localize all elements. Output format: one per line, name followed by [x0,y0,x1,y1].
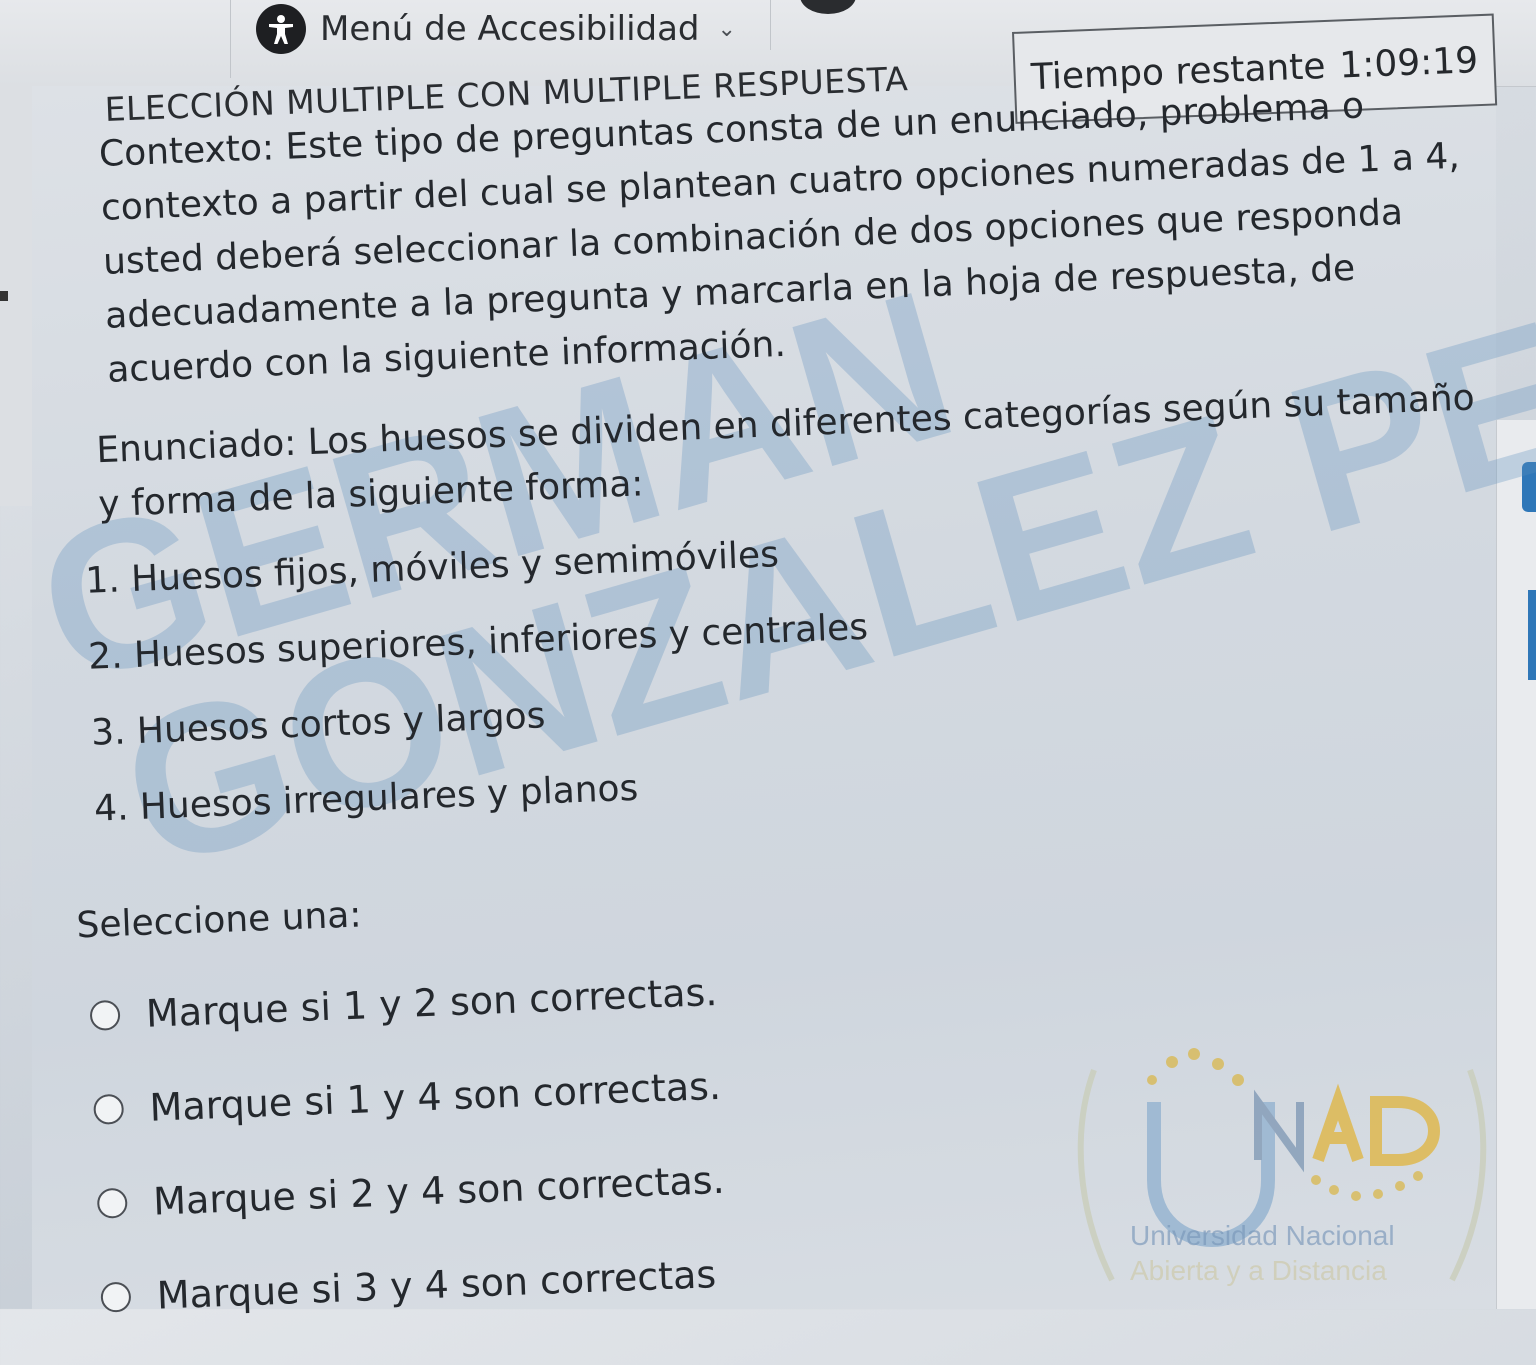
radio-button[interactable] [89,999,121,1031]
left-panel-edge [0,86,33,506]
right-panel-edge [1496,420,1536,1309]
radio-button[interactable] [96,1187,128,1219]
chevron-down-icon: ⌄ [717,16,736,42]
answer-option-label: Marque si 1 y 2 son correctas. [145,969,719,1036]
accessibility-menu-label: Menú de Accesibilidad [320,9,700,49]
answer-option[interactable]: Marque si 2 y 4 son correctas. [96,1123,1499,1231]
menu-divider [770,0,771,50]
question-statement: Enunciado: Los huesos se dividen en dife… [95,377,1476,526]
answer-option[interactable]: Marque si 1 y 4 son correctas. [93,1029,1496,1137]
accessibility-person-icon [256,4,306,54]
navigation-tab-icon[interactable] [1528,590,1536,680]
numbered-statements: 1. Huesos fijos, móviles y semimóviles 2… [84,501,1484,836]
navigation-tab-icon[interactable] [1522,462,1536,512]
answer-option-label: Marque si 3 y 4 son correctas [156,1252,717,1318]
panel-marker [0,291,8,301]
answer-option[interactable]: Marque si 1 y 2 son correctas. [89,935,1492,1043]
answer-option-label: Marque si 2 y 4 son correctas. [152,1157,726,1224]
answer-options: Marque si 1 y 2 son correctas. Marque si… [89,935,1503,1325]
question-context: Contexto: Este tipo de preguntas consta … [98,85,1461,391]
radio-button[interactable] [100,1281,132,1313]
question-body: Contexto: Este tipo de preguntas consta … [76,76,1504,1363]
radio-button[interactable] [93,1093,125,1125]
user-avatar-icon[interactable] [800,0,856,14]
answer-option-label: Marque si 1 y 4 son correctas. [148,1063,722,1130]
accessibility-menu-button[interactable]: Menú de Accesibilidad ⌄ [256,2,736,56]
select-one-label: Seleccione una: [75,894,363,947]
menu-divider [230,0,231,78]
